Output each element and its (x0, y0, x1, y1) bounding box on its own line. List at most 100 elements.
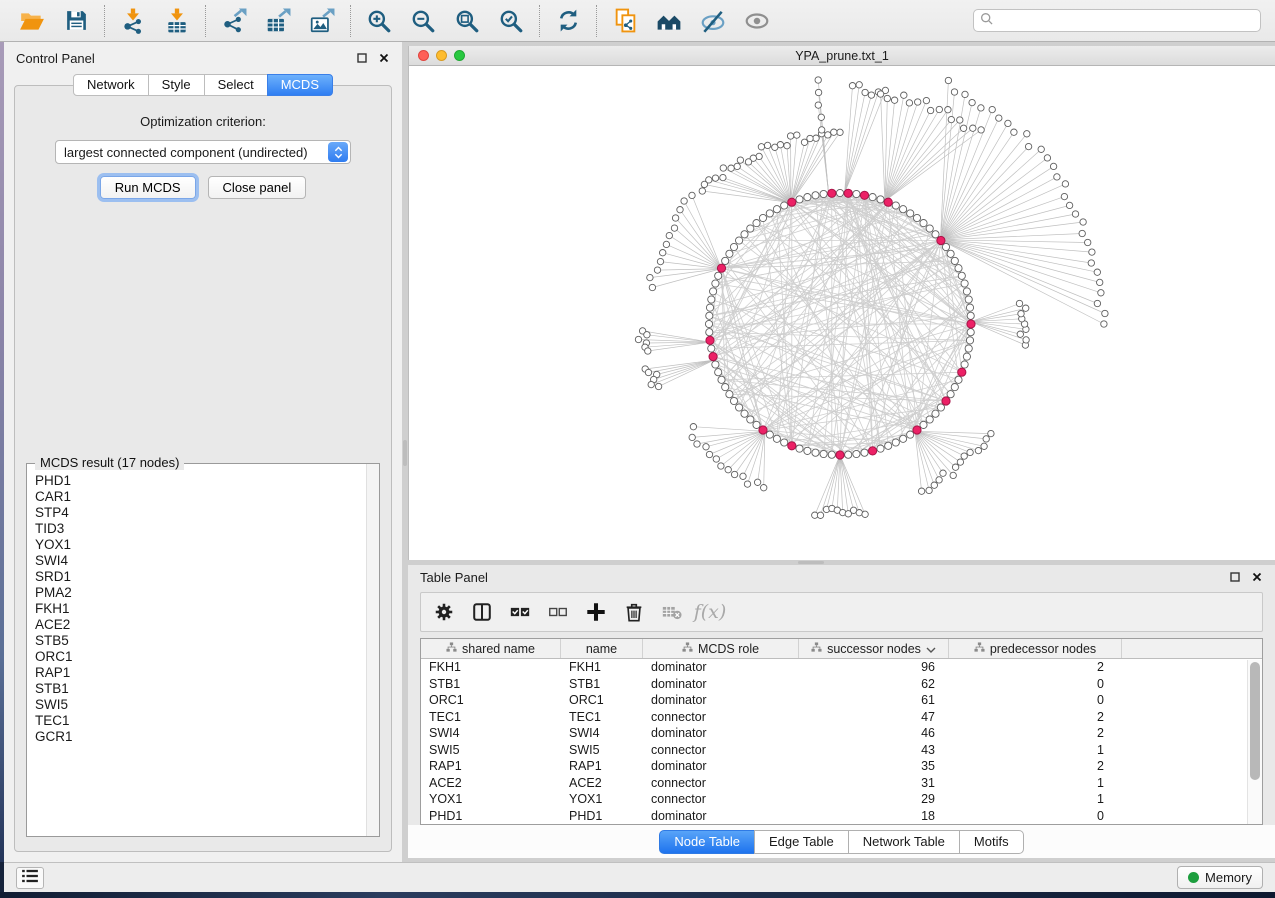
table-cell[interactable]: FKH1 (561, 660, 643, 674)
mcds-list-scrollbar[interactable] (366, 464, 379, 836)
export-network-icon[interactable] (212, 3, 256, 39)
run-mcds-button[interactable]: Run MCDS (100, 176, 196, 199)
table-cell[interactable]: 0 (949, 693, 1122, 707)
column-header-shared-name[interactable]: shared name (421, 639, 561, 658)
table-row[interactable]: SWI4SWI4dominator462 (421, 725, 1262, 742)
table-cell[interactable]: 1 (949, 776, 1122, 790)
clone-network-icon[interactable] (603, 3, 647, 39)
table-cell[interactable]: dominator (643, 660, 799, 674)
float-panel-icon[interactable] (1229, 571, 1241, 583)
table-cell[interactable]: 35 (799, 759, 949, 773)
vertical-splitter[interactable] (402, 42, 408, 862)
table-cell[interactable]: 31 (799, 776, 949, 790)
table-cell[interactable]: YOX1 (561, 792, 643, 806)
table-cell[interactable]: connector (643, 710, 799, 724)
show-columns-icon[interactable] (463, 595, 501, 629)
mcds-result-item[interactable]: SRD1 (35, 569, 366, 585)
table-cell[interactable]: 96 (799, 660, 949, 674)
table-cell[interactable]: SWI4 (421, 726, 561, 740)
splitter-handle[interactable] (403, 440, 407, 466)
table-cell[interactable]: SWI4 (561, 726, 643, 740)
table-cell[interactable]: TEC1 (421, 710, 561, 724)
close-window-icon[interactable] (418, 50, 429, 61)
zoom-in-icon[interactable] (357, 3, 401, 39)
mcds-result-item[interactable]: TID3 (35, 521, 366, 537)
table-cell[interactable]: FKH1 (421, 660, 561, 674)
float-panel-icon[interactable] (356, 52, 368, 64)
table-cell[interactable]: 2 (949, 726, 1122, 740)
table-cell[interactable]: 2 (949, 660, 1122, 674)
table-cell[interactable]: 43 (799, 743, 949, 757)
table-cell[interactable]: 46 (799, 726, 949, 740)
table-cell[interactable]: 18 (799, 809, 949, 823)
table-cell[interactable]: RAP1 (421, 759, 561, 773)
table-cell[interactable]: dominator (643, 726, 799, 740)
table-cell[interactable]: dominator (643, 677, 799, 691)
save-session-icon[interactable] (54, 3, 98, 39)
zoom-fit-icon[interactable] (445, 3, 489, 39)
network-canvas[interactable] (409, 66, 1275, 560)
table-cell[interactable]: 2 (949, 759, 1122, 773)
column-header-MCDS-role[interactable]: MCDS role (643, 639, 799, 658)
table-cell[interactable]: dominator (643, 693, 799, 707)
splitter-handle[interactable] (798, 561, 824, 564)
table-cell[interactable]: PHD1 (561, 809, 643, 823)
table-cell[interactable]: dominator (643, 759, 799, 773)
table-row[interactable]: PHD1PHD1dominator180 (421, 808, 1262, 825)
mcds-result-item[interactable]: CAR1 (35, 489, 366, 505)
horizontal-splitter[interactable] (408, 560, 1275, 565)
column-header-successor-nodes[interactable]: successor nodes (799, 639, 949, 658)
network-graph[interactable] (409, 66, 1275, 559)
table-cell[interactable]: PHD1 (421, 809, 561, 823)
table-row[interactable]: ACE2ACE2connector311 (421, 775, 1262, 792)
import-network-icon[interactable] (111, 3, 155, 39)
add-row-icon[interactable] (577, 595, 615, 629)
import-table-icon[interactable] (155, 3, 199, 39)
table-cell[interactable]: STB1 (561, 677, 643, 691)
zoom-out-icon[interactable] (401, 3, 445, 39)
delete-row-icon[interactable] (615, 595, 653, 629)
search-input[interactable] (998, 14, 1254, 28)
table-row[interactable]: RAP1RAP1dominator352 (421, 758, 1262, 775)
column-header-name[interactable]: name (561, 639, 643, 658)
table-row[interactable]: STB1STB1dominator620 (421, 676, 1262, 693)
table-cell[interactable]: RAP1 (561, 759, 643, 773)
open-file-icon[interactable] (10, 3, 54, 39)
tab-node-table[interactable]: Node Table (659, 830, 755, 854)
column-header-predecessor-nodes[interactable]: predecessor nodes (949, 639, 1122, 658)
table-cell[interactable]: ORC1 (421, 693, 561, 707)
tab-network-table[interactable]: Network Table (848, 830, 960, 854)
table-cell[interactable]: connector (643, 743, 799, 757)
table-cell[interactable]: SWI5 (561, 743, 643, 757)
tab-mcds[interactable]: MCDS (267, 74, 333, 96)
task-history-button[interactable] (16, 867, 44, 889)
close-panel-button[interactable]: Close panel (208, 176, 307, 199)
mcds-result-item[interactable]: ORC1 (35, 649, 366, 665)
maximize-window-icon[interactable] (454, 50, 465, 61)
settings-gear-icon[interactable] (425, 595, 463, 629)
memory-button[interactable]: Memory (1177, 866, 1263, 889)
table-cell[interactable]: ACE2 (561, 776, 643, 790)
mcds-result-item[interactable]: ACE2 (35, 617, 366, 633)
export-image-icon[interactable] (300, 3, 344, 39)
minimize-window-icon[interactable] (436, 50, 447, 61)
close-panel-icon[interactable] (378, 52, 390, 64)
mcds-result-item[interactable]: STB1 (35, 681, 366, 697)
mcds-result-item[interactable]: PMA2 (35, 585, 366, 601)
table-cell[interactable]: 0 (949, 677, 1122, 691)
select-all-icon[interactable] (501, 595, 539, 629)
table-cell[interactable]: 29 (799, 792, 949, 806)
table-cell[interactable]: TEC1 (561, 710, 643, 724)
table-cell[interactable]: SWI5 (421, 743, 561, 757)
table-cell[interactable]: 1 (949, 792, 1122, 806)
table-cell[interactable]: connector (643, 792, 799, 806)
close-panel-icon[interactable] (1251, 571, 1263, 583)
table-cell[interactable]: 61 (799, 693, 949, 707)
table-row[interactable]: YOX1YOX1connector291 (421, 791, 1262, 808)
table-scrollbar-thumb[interactable] (1250, 662, 1260, 780)
mcds-result-item[interactable]: STP4 (35, 505, 366, 521)
mcds-result-item[interactable]: SWI4 (35, 553, 366, 569)
table-cell[interactable]: 47 (799, 710, 949, 724)
tab-style[interactable]: Style (148, 74, 205, 96)
deselect-all-icon[interactable] (539, 595, 577, 629)
